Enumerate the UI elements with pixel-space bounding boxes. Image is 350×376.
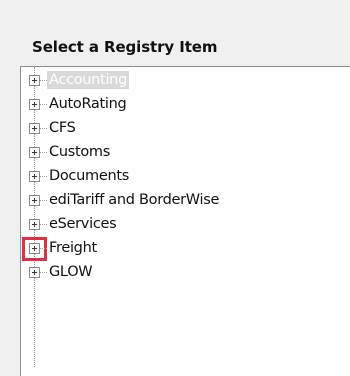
tree-item-customs[interactable]: Customs [21, 141, 341, 163]
branch-connector [40, 152, 47, 153]
branch-connector [40, 104, 47, 105]
registry-panel: Select a Registry Item Accounting AutoRa… [0, 10, 350, 376]
branch-connector [40, 128, 47, 129]
panel-title: Select a Registry Item [32, 38, 218, 56]
expand-icon[interactable] [29, 171, 40, 182]
tree-item-label: GLOW [49, 264, 93, 280]
tree-item-label: Freight [49, 240, 97, 256]
tree-item-freight[interactable]: Freight [21, 237, 341, 261]
expand-icon[interactable] [29, 219, 40, 230]
expand-icon[interactable] [29, 147, 40, 158]
branch-connector [40, 80, 47, 81]
expand-icon[interactable] [29, 99, 40, 110]
registry-tree[interactable]: Accounting AutoRating CFS Customs Docume… [20, 66, 350, 376]
tree-item-label: AutoRating [49, 96, 127, 112]
branch-connector [40, 224, 47, 225]
tree-item-label: Documents [49, 168, 129, 184]
tree-item-label: CFS [49, 120, 76, 136]
tree-item-editariff[interactable]: ediTariff and BorderWise [21, 189, 341, 211]
tree-item-label: ediTariff and BorderWise [49, 192, 220, 208]
branch-connector [40, 176, 47, 177]
branch-connector [40, 248, 47, 249]
branch-connector [40, 272, 47, 273]
menu-bar [0, 0, 350, 10]
tree-item-label: Customs [49, 144, 111, 160]
expand-icon[interactable] [29, 267, 40, 278]
expand-icon[interactable] [29, 195, 40, 206]
expand-icon[interactable] [29, 123, 40, 134]
tree-item-cfs[interactable]: CFS [21, 117, 341, 139]
tree-item-autorating[interactable]: AutoRating [21, 93, 341, 115]
expand-icon[interactable] [29, 243, 40, 254]
branch-connector [40, 200, 47, 201]
tree-item-accounting[interactable]: Accounting [21, 69, 341, 91]
tree-item-label: eServices [49, 216, 117, 232]
tree-item-documents[interactable]: Documents [21, 165, 341, 187]
tree-item-glow[interactable]: GLOW [21, 261, 341, 283]
tree-item-eservices[interactable]: eServices [21, 213, 341, 235]
tree-item-label: Accounting [47, 71, 129, 89]
expand-icon[interactable] [29, 75, 40, 86]
